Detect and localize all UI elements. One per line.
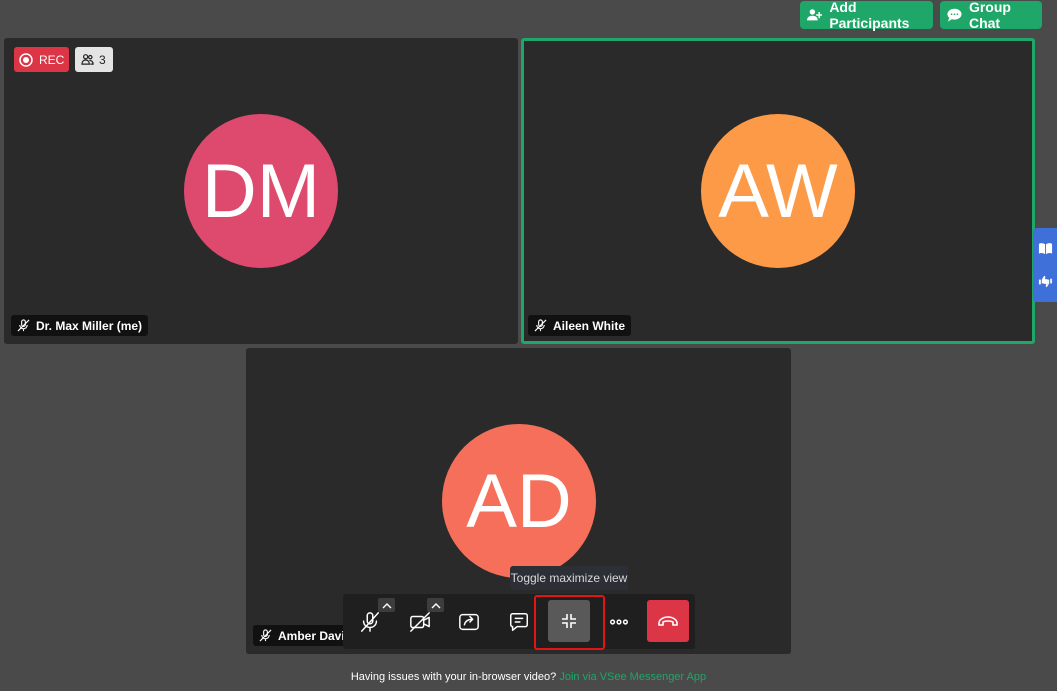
mic-off-icon [259,629,272,642]
group-chat-label: Group Chat [968,0,1011,31]
participant-name-tag: Dr. Max Miller (me) [11,315,149,336]
mic-options-caret[interactable] [378,598,395,612]
video-tile-self[interactable]: REC 3 DM Dr. Max Miller (me) [4,38,518,344]
minimize-icon [562,614,576,628]
group-chat-button[interactable]: Group Chat [940,0,1042,31]
participant-count: 3 [99,52,106,67]
add-participants-button[interactable]: Add Participants [800,0,933,31]
video-off-icon [410,612,430,632]
mic-off-icon [17,319,30,332]
add-participants-label: Add Participants [829,0,910,31]
share-screen-icon [459,613,479,631]
hang-up-button[interactable] [647,600,689,642]
video-options-caret[interactable] [427,598,444,612]
mic-off-icon [534,319,547,332]
footer-text: Having issues with your in-browser video… [350,671,557,683]
participant-name-tag: Amber Davis [253,625,353,646]
participant-name: Dr. Max Miller (me) [36,318,143,333]
join-messenger-link[interactable]: Join via VSee Messenger App [559,671,706,683]
participant-name: Amber Davis [278,628,352,643]
more-options-button[interactable] [601,604,637,640]
recording-badge: REC [14,47,69,72]
chevron-up-icon [382,602,391,608]
avatar: DM [184,114,338,268]
chat-bubble-icon [947,8,962,22]
rec-label: REC [39,52,65,67]
call-toolbar [343,594,695,650]
toggle-maximize-button[interactable] [548,600,590,642]
book-icon[interactable] [1038,241,1053,256]
chevron-up-icon [431,602,440,608]
hang-up-icon [658,616,678,626]
tooltip: Toggle maximize view [510,566,628,590]
chat-icon [510,613,528,631]
footer-help-text: Having issues with your in-browser video… [0,671,1057,683]
record-icon [19,52,33,67]
more-icon [610,619,628,625]
avatar: AW [701,114,855,268]
people-icon [81,54,94,65]
mic-off-icon [361,612,379,632]
chat-button[interactable] [501,604,537,640]
participant-count-badge[interactable]: 3 [75,47,113,72]
avatar: AD [442,424,596,578]
side-feedback-panel[interactable] [1033,228,1057,302]
video-tile-active-speaker[interactable]: AW Aileen White [521,38,1035,344]
share-screen-button[interactable] [451,604,487,640]
add-user-icon [807,9,823,21]
participant-name: Aileen White [553,318,626,333]
participant-name-tag: Aileen White [528,315,632,336]
thumbs-feedback-icon[interactable] [1038,274,1053,289]
